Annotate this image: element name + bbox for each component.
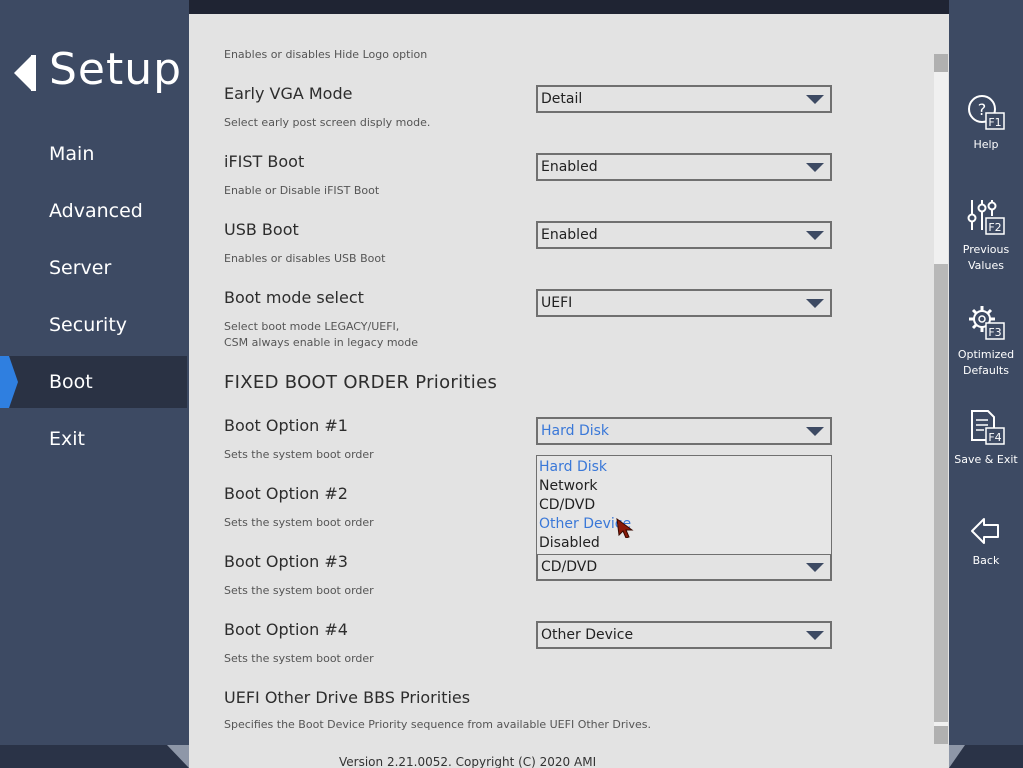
help-f1-icon: ? F1 <box>968 95 1005 130</box>
select-value: CD/DVD <box>541 559 598 575</box>
early-vga-select[interactable]: Detail <box>536 85 832 113</box>
nav-item-server[interactable]: Server <box>0 242 187 294</box>
scrollbar-thumb[interactable] <box>934 264 948 722</box>
back-button[interactable]: Back <box>949 515 1023 569</box>
key-label: F2 <box>988 221 1001 234</box>
corner-decoration <box>949 745 965 768</box>
early-vga-label: Early VGA Mode <box>224 84 353 103</box>
boot-option-dropdown-list: Hard Disk Network CD/DVD Other Device Di… <box>536 455 832 555</box>
dropdown-arrow-icon <box>806 163 824 172</box>
back-label: Back <box>972 554 1000 567</box>
usb-boot-select[interactable]: Enabled <box>536 221 832 249</box>
dropdown-option-cd-dvd[interactable]: CD/DVD <box>539 496 831 515</box>
key-label: F3 <box>988 326 1001 339</box>
optimized-defaults-button[interactable]: F3 Optimized Defaults <box>949 303 1023 379</box>
boot-mode-label: Boot mode select <box>224 288 364 307</box>
settings-panel: Enables or disables Hide Logo option Ear… <box>189 14 949 768</box>
boot-mode-help-1: Select boot mode LEGACY/UEFI, <box>224 320 400 333</box>
boot-option-1-label: Boot Option #1 <box>224 416 348 435</box>
boot-option-2-help: Sets the system boot order <box>224 516 374 529</box>
left-footer-bar <box>0 745 189 768</box>
select-value: UEFI <box>541 295 573 311</box>
fixed-boot-order-title: FIXED BOOT ORDER Priorities <box>224 372 498 393</box>
boot-option-3-help: Sets the system boot order <box>224 584 374 597</box>
optimized-label-2: Defaults <box>963 364 1009 377</box>
top-bar <box>189 0 949 14</box>
dropdown-option-disabled[interactable]: Disabled <box>539 534 831 553</box>
gear-f3-icon: F3 <box>969 306 1005 340</box>
right-function-panel: ? F1 Help F2 Previous Values F3 Optimize… <box>949 0 1023 745</box>
select-value: Enabled <box>541 227 598 243</box>
boot-option-4-label: Boot Option #4 <box>224 620 348 639</box>
svg-text:?: ? <box>978 100 987 119</box>
corner-decoration <box>167 745 189 768</box>
boot-option-1-select[interactable]: Hard Disk <box>536 417 832 445</box>
document-f4-icon: F4 <box>971 410 1005 445</box>
active-marker-icon <box>0 356 18 408</box>
previous-label-1: Previous <box>962 243 1010 256</box>
setup-title: Setup <box>49 44 183 95</box>
nav-item-security[interactable]: Security <box>0 299 187 351</box>
boot-option-3-label: Boot Option #3 <box>224 552 348 571</box>
previous-label-2: Values <box>968 259 1004 272</box>
ifist-select[interactable]: Enabled <box>536 153 832 181</box>
version-text: Version 2.21.0052. Copyright (C) 2020 AM… <box>339 755 597 768</box>
boot-option-4-select[interactable]: Other Device <box>536 621 832 649</box>
uefi-other-help: Specifies the Boot Device Priority seque… <box>224 718 651 731</box>
select-value: Enabled <box>541 159 598 175</box>
nav-item-label: Exit <box>49 428 85 450</box>
nav-item-label: Security <box>49 314 128 336</box>
usb-boot-label: USB Boot <box>224 220 299 239</box>
select-value: Hard Disk <box>541 423 610 439</box>
ifist-label: iFIST Boot <box>224 152 305 171</box>
dropdown-arrow-icon <box>806 631 824 640</box>
nav-item-advanced[interactable]: Advanced <box>0 185 187 237</box>
dropdown-arrow-icon <box>806 563 824 572</box>
nav-item-label: Main <box>49 143 95 165</box>
key-label: F4 <box>988 431 1001 444</box>
back-arrow-icon <box>971 518 999 544</box>
previous-values-button[interactable]: F2 Previous Values <box>949 198 1023 274</box>
bios-setup-screen: Setup Main Advanced Server Security Boot… <box>0 0 1023 768</box>
uefi-other-label[interactable]: UEFI Other Drive BBS Priorities <box>224 688 470 707</box>
nav-item-label: Advanced <box>49 200 143 222</box>
dropdown-arrow-icon <box>806 427 824 436</box>
nav-item-label: Server <box>49 257 112 279</box>
usb-boot-help: Enables or disables USB Boot <box>224 252 386 265</box>
help-label: Help <box>973 138 999 151</box>
nav-item-boot[interactable]: Boot <box>0 356 187 408</box>
dropdown-arrow-icon <box>806 299 824 308</box>
save-exit-button[interactable]: F4 Save & Exit <box>949 408 1023 468</box>
ifist-help: Enable or Disable iFIST Boot <box>224 184 380 197</box>
boot-option-3-select[interactable]: CD/DVD <box>536 553 832 581</box>
optimized-label-1: Optimized <box>957 348 1015 361</box>
dropdown-option-network[interactable]: Network <box>539 477 831 496</box>
boot-mode-help-2: CSM always enable in legacy mode <box>224 336 419 349</box>
scrollbar-up[interactable] <box>934 54 948 72</box>
early-vga-help: Select early post screen disply mode. <box>224 116 431 129</box>
left-sidebar: Setup Main Advanced Server Security Boot… <box>0 0 189 745</box>
dropdown-option-other-device[interactable]: Other Device <box>539 515 831 534</box>
right-footer-bar <box>949 745 1023 768</box>
dropdown-arrow-icon <box>806 95 824 104</box>
partial-help-text: Enables or disables Hide Logo option <box>224 48 428 61</box>
save-exit-label: Save & Exit <box>954 453 1018 466</box>
key-label: F1 <box>988 116 1001 129</box>
nav-item-exit[interactable]: Exit <box>0 413 187 465</box>
help-button[interactable]: ? F1 Help <box>949 93 1023 153</box>
boot-option-4-help: Sets the system boot order <box>224 652 374 665</box>
select-value: Detail <box>541 91 583 107</box>
nav-item-main[interactable]: Main <box>0 128 187 180</box>
boot-mode-select[interactable]: UEFI <box>536 289 832 317</box>
dropdown-arrow-icon <box>806 231 824 240</box>
sliders-f2-icon: F2 <box>967 200 1005 235</box>
back-triangle-icon[interactable] <box>14 55 36 91</box>
nav-item-label: Boot <box>49 371 93 393</box>
select-value: Other Device <box>541 627 634 643</box>
dropdown-option-hard-disk[interactable]: Hard Disk <box>539 458 831 477</box>
mouse-cursor-icon <box>616 518 634 538</box>
boot-option-1-help: Sets the system boot order <box>224 448 374 461</box>
scrollbar-down[interactable] <box>934 726 948 744</box>
boot-option-2-label: Boot Option #2 <box>224 484 348 503</box>
